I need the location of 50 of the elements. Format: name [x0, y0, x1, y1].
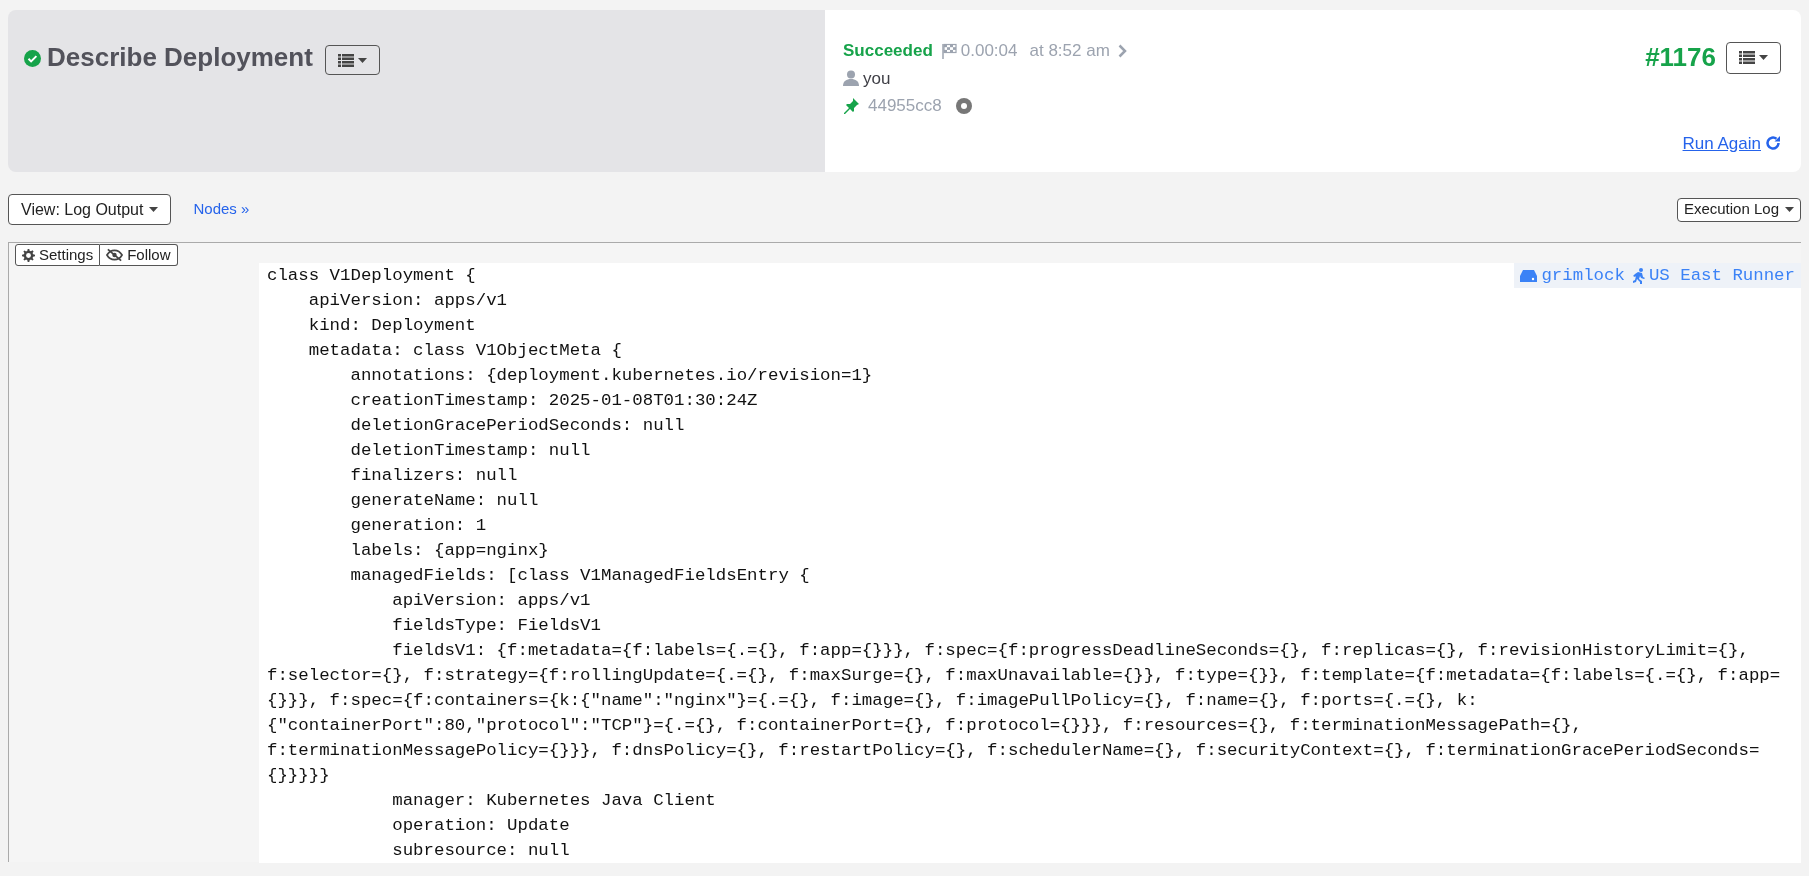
- nodes-link[interactable]: Nodes »: [193, 198, 250, 221]
- log-line: creationTimestamp: 2025-01-08T01:30:24Z: [349, 390, 758, 412]
- log-line: apiVersion: apps/v1: [307, 290, 508, 312]
- checkered-flag-icon: [940, 42, 957, 59]
- log-line: operation: Update: [391, 815, 570, 837]
- refresh-icon: [1765, 135, 1781, 152]
- gear-icon: [22, 248, 35, 262]
- log-line: annotations: {deployment.kubernetes.io/revision=1}: [349, 365, 873, 387]
- caret-icon: [1785, 207, 1794, 212]
- execution-number: #1176: [1645, 41, 1716, 74]
- pin-icon: [843, 97, 860, 115]
- log-line: deletionGracePeriodSeconds: null: [349, 415, 685, 437]
- log-line: labels: {app=nginx}: [349, 540, 549, 562]
- start-time: at 8:52 am: [1029, 40, 1110, 62]
- eye-slash-icon: [106, 248, 124, 262]
- log-line: deletionTimestamp: null: [349, 440, 591, 462]
- job-menu-button[interactable]: [324, 45, 380, 75]
- log-line: kind: Deployment: [307, 315, 476, 337]
- log-line: metadata: class V1ObjectMeta {: [307, 340, 622, 362]
- runner-name: US East Runner: [1648, 265, 1795, 287]
- user-name: you: [863, 67, 891, 90]
- caret-icon: [149, 207, 159, 212]
- caret-icon: [1759, 55, 1768, 60]
- view-dropdown[interactable]: View: Log Output: [8, 194, 172, 225]
- list-icon: [1739, 51, 1755, 64]
- log-line: managedFields: [class V1ManagedFieldsEntry {: [349, 565, 810, 587]
- log-line: fieldsType: FieldsV1: [391, 615, 601, 637]
- running-person-icon: [1632, 267, 1645, 284]
- node-name: grimlock: [1541, 265, 1625, 287]
- settings-button[interactable]: Settings: [15, 244, 101, 266]
- user-icon: [843, 70, 859, 87]
- log-type-dropdown[interactable]: Execution Log: [1676, 197, 1801, 222]
- commit-hash: 44955cc8: [868, 95, 942, 117]
- job-title: Describe Deployment: [47, 41, 313, 74]
- log-line: subresource: null: [391, 840, 570, 862]
- execution-menu-button[interactable]: [1726, 41, 1781, 74]
- log-line: apiVersion: apps/v1: [391, 590, 591, 612]
- circle-dot-icon[interactable]: [955, 97, 972, 114]
- log-line: generation: 1: [349, 515, 487, 537]
- run-again-link[interactable]: Run Again: [1682, 130, 1781, 156]
- log-line: class V1Deployment {: [266, 265, 476, 287]
- log-line: generateName: null: [349, 490, 539, 512]
- caret-icon: [357, 57, 367, 63]
- duration: 0.00:04: [960, 40, 1018, 62]
- server-icon: [1520, 269, 1538, 282]
- log-line: finalizers: null: [349, 465, 518, 487]
- execution-status: Succeeded: [843, 40, 933, 62]
- list-icon: [337, 53, 354, 67]
- follow-button[interactable]: Follow: [100, 244, 178, 266]
- log-line: manager: Kubernetes Java Client: [391, 790, 716, 812]
